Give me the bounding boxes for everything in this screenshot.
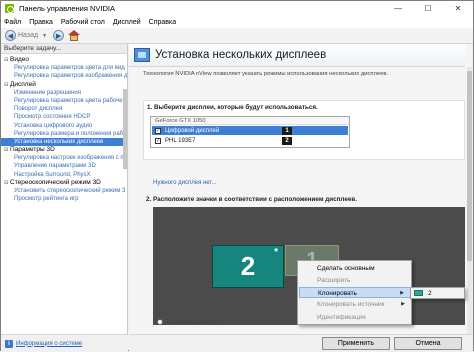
- section1-label: 1. Выберите дисплеи, которые будут испол…: [147, 104, 318, 111]
- display-row-1[interactable]: ✓ Цифровой дисплей 1: [152, 126, 348, 135]
- minimize-button[interactable]: —: [383, 1, 413, 16]
- tree-item[interactable]: Просмотр рейтинга игр: [1, 195, 127, 203]
- menu-edit[interactable]: Правка: [29, 19, 53, 26]
- tree-item[interactable]: Просмотр состояния HDCP: [1, 113, 127, 121]
- menu-bar: Файл Правка Рабочий стол Дисплей Справка: [1, 16, 473, 28]
- tree-category-stereo-3d[interactable]: ⊟ Стереоскопический режим 3D: [1, 179, 127, 187]
- display-checkbox-2[interactable]: ✓: [155, 137, 161, 144]
- page-title: Установка нескольких дисплеев: [155, 49, 327, 61]
- title-bar: Панель управления NVIDIA — ☐ ✕: [1, 1, 473, 16]
- tree-category-display[interactable]: ⊟ Дисплей: [1, 81, 127, 89]
- display-name-2: PHL 193E7: [165, 137, 196, 144]
- display-name-1: Цифровой дисплей: [165, 127, 220, 134]
- section2-label: 2. Расположите значки в соответствии с р…: [146, 196, 357, 203]
- maximize-button[interactable]: ☐: [413, 1, 443, 16]
- select-displays-section: 1. Выберите дисплеи, которые будут испол…: [143, 100, 465, 160]
- display-list: GeForce GTX 1050 ✓ Цифровой дисплей 1 ✓ …: [150, 116, 350, 148]
- tree-item[interactable]: Изменение разрешения: [1, 89, 127, 97]
- tree-item[interactable]: Установить стереоскопический режим 3: [1, 187, 127, 195]
- window-controls: — ☐ ✕: [383, 1, 473, 16]
- system-info-bar: i Информация о системе: [1, 334, 128, 352]
- tree-item-selected[interactable]: Установка нескольких дисплеев: [1, 137, 127, 147]
- submenu-item-label: 2: [428, 289, 432, 297]
- tree-item[interactable]: Регулировка размера и положения рабоч: [1, 130, 127, 138]
- ctx-extend[interactable]: Расширить: [299, 275, 411, 286]
- menu-display[interactable]: Дисплей: [113, 19, 141, 26]
- ctx-clone[interactable]: Клонировать ▶: [299, 287, 411, 298]
- display-icon: [414, 290, 423, 296]
- toolbar: ◀ Назад ▼ ▶: [1, 28, 473, 44]
- missing-display-link[interactable]: Нужного дисплея нет...: [153, 180, 217, 186]
- sidebar-scrollbar[interactable]: [123, 89, 127, 169]
- info-icon: i: [5, 339, 13, 348]
- content-scrollbar[interactable]: [467, 67, 472, 334]
- tree-item[interactable]: Управление параметрами 3D: [1, 162, 127, 170]
- system-info-link[interactable]: Информация о системе: [16, 341, 82, 347]
- action-bar: Применить Отмена: [129, 334, 473, 351]
- submenu-arrow-icon: ▶: [400, 290, 404, 296]
- menu-desktop[interactable]: Рабочий стол: [61, 19, 105, 26]
- menu-file[interactable]: Файл: [4, 19, 21, 26]
- back-dropdown-icon[interactable]: ▼: [42, 33, 47, 39]
- home-icon[interactable]: [68, 30, 81, 41]
- monitor-number: 2: [240, 251, 256, 281]
- ctx-clone-source-label: Клонировать источник: [317, 301, 385, 308]
- tree-item[interactable]: Регулировка параметров изображения д: [1, 72, 127, 80]
- radio-button[interactable]: [157, 319, 163, 325]
- scrollbar-thumb[interactable]: [467, 71, 472, 261]
- cancel-button[interactable]: Отмена: [394, 337, 462, 350]
- tree-item[interactable]: Установка цифрового аудио: [1, 122, 127, 130]
- apply-button[interactable]: Применить: [322, 337, 390, 350]
- back-arrow-icon[interactable]: ◀: [5, 30, 16, 41]
- primary-display-option[interactable]: Основной дисплей: [157, 319, 219, 325]
- gpu-name: GeForce GTX 1050: [151, 117, 349, 125]
- display-number-2: 2: [282, 136, 292, 145]
- close-button[interactable]: ✕: [443, 1, 473, 16]
- tree-item[interactable]: Регулировка настроек изображения с пр: [1, 154, 127, 162]
- ctx-clone-source[interactable]: Клонировать источник ▶: [299, 299, 411, 310]
- multi-display-icon: [134, 48, 150, 62]
- display-number-1: 1: [282, 126, 292, 135]
- primary-radio-label: Основной дисплей: [167, 319, 220, 325]
- nvidia-control-panel-window: Панель управления NVIDIA — ☐ ✕ Файл Прав…: [0, 0, 474, 352]
- task-tree: ⊟ Видео Регулировка параметров цвета для …: [1, 54, 127, 203]
- back-label[interactable]: Назад: [18, 32, 38, 39]
- task-header: Выберите задачу...: [1, 44, 127, 54]
- tree-item[interactable]: Поворот дисплея: [1, 105, 127, 113]
- window-title: Панель управления NVIDIA: [19, 4, 115, 13]
- submenu-arrow-icon: ▶: [401, 301, 405, 307]
- display-checkbox-1[interactable]: ✓: [155, 127, 161, 134]
- ctx-make-primary[interactable]: Сделать основным: [299, 263, 411, 274]
- forward-arrow-icon[interactable]: ▶: [53, 30, 65, 41]
- tree-category-video[interactable]: ⊟ Видео: [1, 56, 127, 64]
- context-menu: Сделать основным Расширить Клонировать ▶…: [297, 260, 412, 325]
- task-sidebar: Выберите задачу... ⊟ Видео Регулировка па…: [1, 44, 128, 334]
- clone-submenu[interactable]: 2: [410, 287, 465, 299]
- tree-item[interactable]: Регулировка параметров цвета для вид: [1, 64, 127, 72]
- nvidia-logo-icon: [5, 4, 14, 13]
- tree-item[interactable]: Регулировка параметров цвета рабочег: [1, 97, 127, 105]
- display-row-2[interactable]: ✓ PHL 193E7 2: [152, 136, 348, 145]
- tree-category-3d-settings[interactable]: ⊟ Параметры 3D: [1, 146, 127, 154]
- primary-star: *: [274, 247, 278, 258]
- page-description: Технология NVIDIA nView позволяет указат…: [143, 71, 389, 77]
- menu-help[interactable]: Справка: [149, 19, 176, 26]
- tree-item[interactable]: Настройка Surround, PhysX: [1, 171, 127, 179]
- page-banner: Установка нескольких дисплеев: [129, 44, 465, 67]
- ctx-identify[interactable]: Идентификация: [299, 312, 411, 323]
- monitor-icon-primary[interactable]: 2 *: [212, 245, 284, 288]
- ctx-clone-label: Клонировать: [318, 290, 357, 297]
